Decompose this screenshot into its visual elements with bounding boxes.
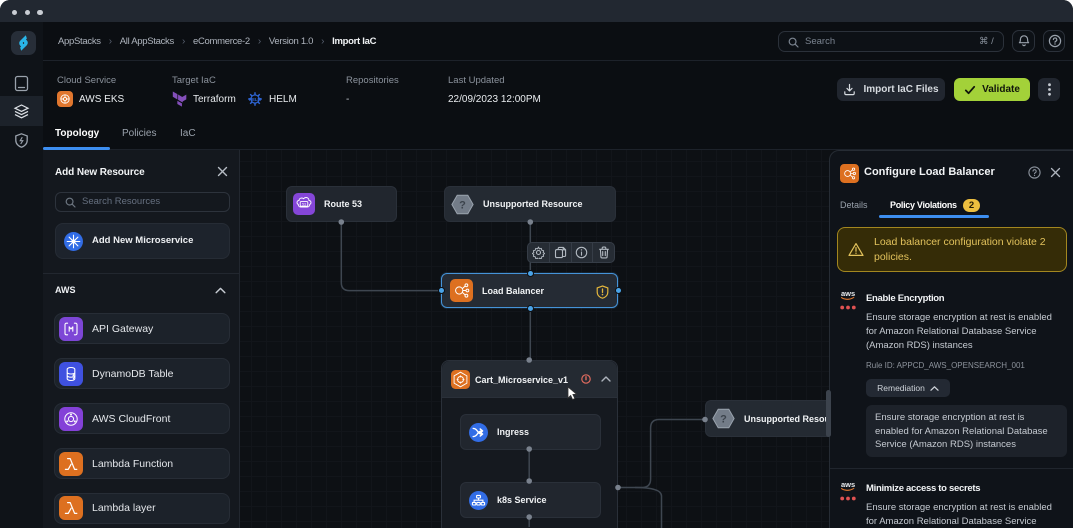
svg-text:aws: aws bbox=[841, 480, 855, 489]
svg-text:?: ? bbox=[459, 199, 466, 211]
svg-text:53: 53 bbox=[302, 202, 306, 206]
svg-text:?: ? bbox=[720, 414, 727, 426]
svg-text:aws: aws bbox=[841, 289, 855, 298]
svg-text:HELM: HELM bbox=[249, 97, 261, 102]
